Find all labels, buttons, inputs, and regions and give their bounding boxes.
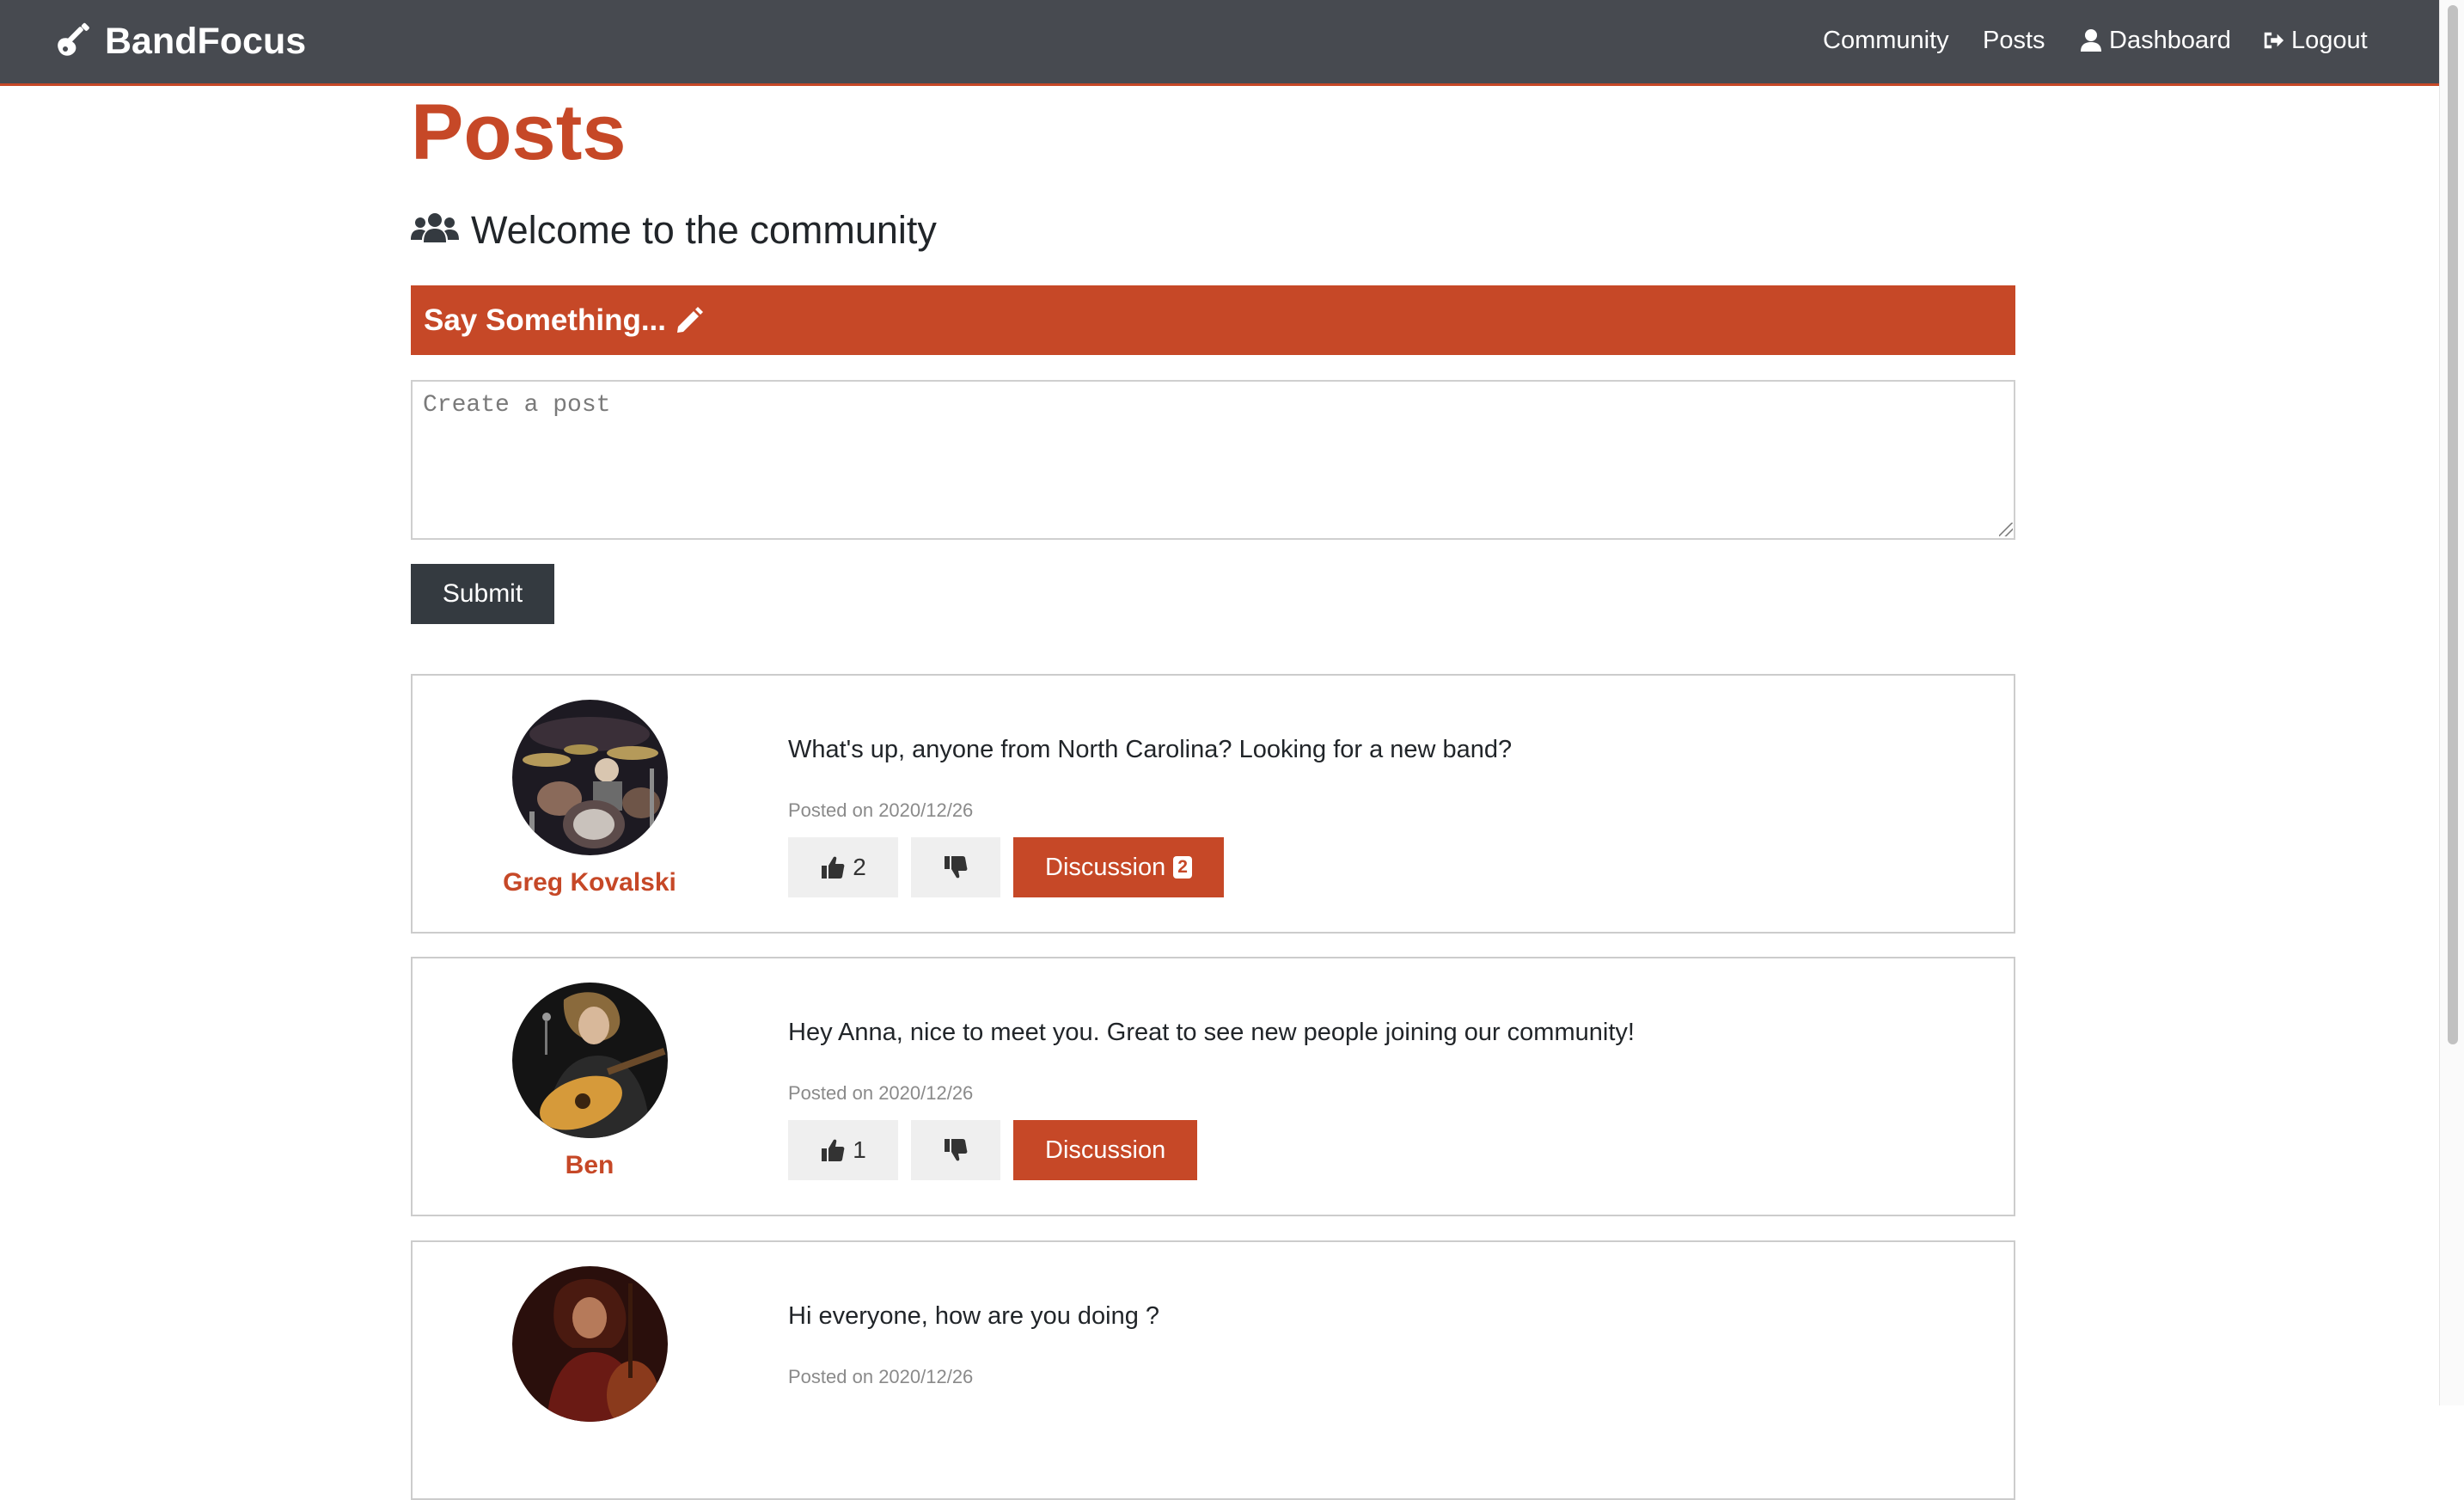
post-text: What's up, anyone from North Carolina? L… bbox=[788, 736, 1513, 763]
avatar[interactable] bbox=[512, 983, 668, 1138]
say-something-label: Say Something... bbox=[424, 303, 666, 337]
nav-logout-link[interactable]: Logout bbox=[2262, 22, 2368, 58]
comment-count-badge: 2 bbox=[1173, 856, 1192, 879]
nav-community-label: Community bbox=[1823, 26, 1949, 54]
dislike-button[interactable] bbox=[911, 1120, 1000, 1180]
create-post-textarea[interactable] bbox=[411, 380, 2015, 540]
like-button[interactable]: 1 bbox=[788, 1120, 898, 1180]
post-date: Posted on 2020/12/26 bbox=[788, 1082, 974, 1104]
post-card: Hi everyone, how are you doing ? Posted … bbox=[411, 1240, 2015, 1500]
like-count: 1 bbox=[853, 1136, 866, 1163]
post-text: Hey Anna, nice to meet you. Great to see… bbox=[788, 1019, 1635, 1046]
author-name[interactable]: Greg Kovalski bbox=[413, 868, 767, 897]
discussion-label: Discussion bbox=[1045, 853, 1166, 881]
post-card: Greg Kovalski What's up, anyone from Nor… bbox=[411, 674, 2015, 934]
welcome-lead: Welcome to the community bbox=[411, 205, 937, 256]
like-button[interactable]: 2 bbox=[788, 837, 898, 897]
navbar: BandFocus Community Posts Dashboard Logo… bbox=[0, 0, 2439, 86]
nav-posts-link[interactable]: Posts bbox=[1983, 22, 2045, 58]
post-date: Posted on 2020/12/26 bbox=[788, 799, 974, 821]
cellist-photo bbox=[512, 1266, 668, 1422]
author-name[interactable]: Ben bbox=[413, 1151, 767, 1180]
avatar[interactable] bbox=[512, 700, 668, 855]
post-text: Hi everyone, how are you doing ? bbox=[788, 1302, 1160, 1330]
post-date: Posted on 2020/12/26 bbox=[788, 1366, 974, 1387]
sign-out-icon bbox=[2264, 32, 2284, 49]
like-count: 2 bbox=[853, 854, 866, 880]
avatar[interactable] bbox=[512, 1266, 668, 1422]
textarea-resize-handle[interactable] bbox=[1999, 523, 2013, 536]
thumbs-up-icon bbox=[822, 856, 845, 879]
users-icon bbox=[411, 213, 459, 242]
welcome-text: Welcome to the community bbox=[471, 208, 937, 252]
pencil-icon bbox=[677, 306, 703, 333]
submit-button[interactable]: Submit bbox=[411, 564, 554, 624]
thumbs-down-icon bbox=[945, 1139, 968, 1161]
scrollbar-thumb[interactable] bbox=[2448, 5, 2458, 1044]
thumbs-down-icon bbox=[945, 856, 968, 879]
drummer-photo bbox=[512, 700, 668, 855]
thumbs-up-icon bbox=[822, 1139, 845, 1161]
discussion-button[interactable]: Discussion 2 bbox=[1013, 837, 1224, 897]
discussion-label: Discussion bbox=[1045, 1136, 1166, 1164]
user-icon bbox=[2081, 29, 2101, 52]
nav-dashboard-label: Dashboard bbox=[2109, 26, 2231, 54]
page-scrollbar[interactable] bbox=[2439, 0, 2464, 1405]
nav-community-link[interactable]: Community bbox=[1823, 22, 1949, 58]
guitarist-photo bbox=[512, 983, 668, 1138]
discussion-button[interactable]: Discussion bbox=[1013, 1120, 1198, 1180]
nav-links: Community Posts Dashboard Logout bbox=[0, 0, 2439, 81]
dislike-button[interactable] bbox=[911, 837, 1000, 897]
post-card: Ben Hey Anna, nice to meet you. Great to… bbox=[411, 957, 2015, 1216]
say-something-header: Say Something... bbox=[411, 285, 2015, 355]
page-title: Posts bbox=[411, 89, 627, 176]
nav-dashboard-link[interactable]: Dashboard bbox=[2080, 22, 2231, 58]
nav-logout-label: Logout bbox=[2291, 26, 2368, 54]
nav-posts-label: Posts bbox=[1983, 26, 2045, 54]
